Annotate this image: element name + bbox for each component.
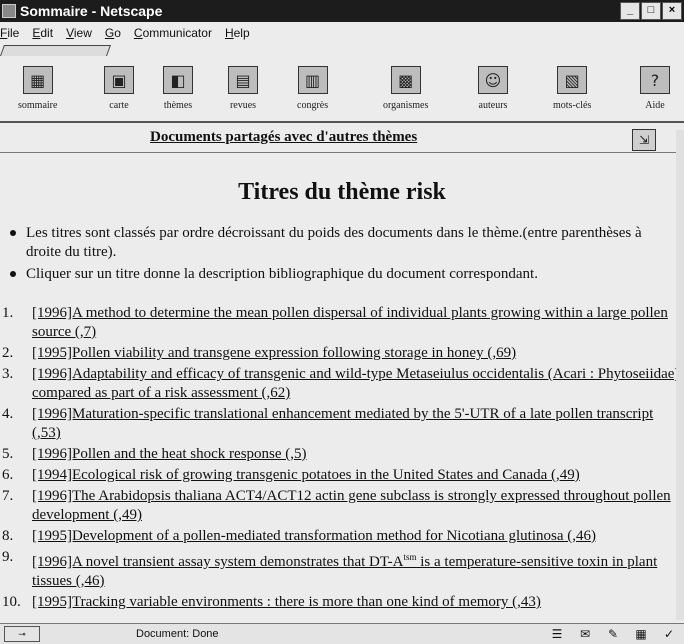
item-number: 5. xyxy=(2,446,14,462)
document-title-link[interactable]: [1995]Pollen viability and transgene exp… xyxy=(32,344,516,363)
nav-organismes-label: organismes xyxy=(383,100,429,111)
document-title-link[interactable]: [1996]A method to determine the mean pol… xyxy=(32,304,680,342)
document-title-link[interactable]: [1995]Development of a pollen-mediated t… xyxy=(32,527,596,546)
title-bar: Sommaire - Netscape _ □ × xyxy=(0,0,684,22)
document-title-link[interactable]: [1995]Tracking variable environments : t… xyxy=(32,593,541,612)
list-item: 3. [1996]Adaptability and efficacy of tra… xyxy=(2,365,680,403)
document-title-link[interactable]: [1996]Pollen and the heat shock response… xyxy=(32,445,307,464)
item-number: 7. xyxy=(2,488,14,504)
browser-window: Sommaire - Netscape _ □ × File Edit View… xyxy=(0,0,684,644)
shared-documents-bar: Documents partagés avec d'autres thèmes … xyxy=(0,123,684,153)
list-item: 7. [1996]The Arabidopsis thaliana ACT4/AC… xyxy=(2,487,680,525)
nav-aide[interactable]: ? Aide xyxy=(640,66,670,111)
title-part: [1996]A novel transient assay system dem… xyxy=(32,554,404,570)
list-item: 10. [1995]Tracking variable environments … xyxy=(2,593,680,612)
item-number: 2. xyxy=(2,345,14,361)
menu-edit[interactable]: Edit xyxy=(32,26,53,40)
nav-aide-label: Aide xyxy=(645,100,665,111)
congress-icon: ▥ xyxy=(297,66,328,94)
document-title-link[interactable]: [1996]Adaptability and efficacy of trans… xyxy=(32,365,680,403)
list-item: 8. [1995]Development of a pollen-mediated… xyxy=(2,527,680,546)
discussions-icon[interactable]: ✎ xyxy=(604,627,622,641)
nav-congres-label: congrès xyxy=(297,100,329,111)
nav-carte-label: carte xyxy=(109,100,129,111)
menu-go[interactable]: Go xyxy=(105,26,121,40)
menu-view[interactable]: View xyxy=(66,26,92,40)
vertical-scrollbar[interactable] xyxy=(676,130,684,620)
map-icon: ▣ xyxy=(104,66,134,94)
nav-revues[interactable]: ▤ revues xyxy=(228,66,258,111)
page-title: Titres du thème risk xyxy=(238,179,446,205)
authors-icon: ☺ xyxy=(478,66,508,94)
titles-list: 1. [1996]A method to determine the mean p… xyxy=(2,304,680,614)
composer-icon[interactable]: ✓ xyxy=(660,627,678,641)
help-icon: ? xyxy=(640,66,670,94)
list-item: 4. [1996]Maturation-specific translationa… xyxy=(2,405,680,443)
list-item: 5. [1996]Pollen and the heat shock respon… xyxy=(2,445,680,464)
instructions-list: Les titres sont classés par ordre décroi… xyxy=(6,224,674,287)
netscape-app-icon xyxy=(2,4,16,18)
menu-communicator[interactable]: Communicator xyxy=(134,26,212,40)
toolbar-tabs xyxy=(0,44,684,60)
close-button[interactable]: × xyxy=(662,2,682,20)
organizations-icon: ▩ xyxy=(390,66,421,94)
item-number: 6. xyxy=(2,467,14,483)
document-title-link[interactable]: [1994]Ecological risk of growing transge… xyxy=(32,466,580,485)
nav-themes[interactable]: ◧ thèmes xyxy=(163,66,193,111)
shared-documents-link[interactable]: Documents partagés avec d'autres thèmes xyxy=(150,129,417,146)
item-number: 4. xyxy=(2,406,14,422)
page-content: Titres du thème risk Les titres sont cla… xyxy=(0,153,684,621)
mail-icon[interactable]: ✉ xyxy=(576,627,594,641)
document-title-link[interactable]: [1996]A novel transient assay system dem… xyxy=(32,548,680,591)
navigator-icon[interactable]: ☰ xyxy=(548,627,566,641)
address-book-icon[interactable]: ▦ xyxy=(632,627,650,641)
status-bar: ⊸ Document: Done ☰ ✉ ✎ ▦ ✓ xyxy=(0,623,684,644)
list-item: 2. [1995]Pollen viability and transgene e… xyxy=(2,344,680,363)
keywords-icon: ▧ xyxy=(557,66,588,94)
nav-congres[interactable]: ▥ congrès xyxy=(297,66,328,111)
nav-themes-label: thèmes xyxy=(163,100,193,111)
nav-carte[interactable]: ▣ carte xyxy=(104,66,134,111)
instruction-item: Cliquer sur un titre donne la descriptio… xyxy=(6,265,674,284)
window-title: Sommaire - Netscape xyxy=(20,3,163,19)
shared-documents-icon-button[interactable]: ⇲ xyxy=(632,129,656,151)
maximize-button[interactable]: □ xyxy=(641,2,661,20)
item-number: 3. xyxy=(2,366,14,382)
list-item: 6. [1994]Ecological risk of growing trans… xyxy=(2,466,680,485)
nav-revues-label: revues xyxy=(229,100,257,111)
nav-auteurs[interactable]: ☺ auteurs xyxy=(478,66,508,111)
title-superscript: tsm xyxy=(403,552,417,562)
nav-sommaire[interactable]: ▦ sommaire xyxy=(18,66,57,111)
status-text: Document: Done xyxy=(136,628,219,640)
component-bar: ☰ ✉ ✎ ▦ ✓ xyxy=(538,627,678,641)
site-navigation-toolbar: ▦ sommaire ▣ carte ◧ thèmes ▤ revues ▥ c… xyxy=(0,60,684,122)
minimize-button[interactable]: _ xyxy=(620,2,640,20)
security-lock-icon[interactable]: ⊸ xyxy=(4,626,40,642)
menu-bar: File Edit View Go Communicator Help xyxy=(0,23,684,43)
nav-organismes[interactable]: ▩ organismes xyxy=(383,66,428,111)
themes-icon: ◧ xyxy=(163,66,193,94)
list-item: 9. [1996]A novel transient assay system d… xyxy=(2,548,680,591)
item-number: 10. xyxy=(2,594,21,610)
nav-mots-cles-label: mots-clés xyxy=(553,100,592,111)
item-number: 9. xyxy=(2,549,14,565)
instruction-item: Les titres sont classés par ordre décroi… xyxy=(6,224,674,262)
journals-icon: ▤ xyxy=(228,66,258,94)
item-number: 1. xyxy=(2,305,14,321)
toolbar-grip[interactable] xyxy=(0,45,112,56)
menu-help[interactable]: Help xyxy=(225,26,250,40)
nav-mots-cles[interactable]: ▧ mots-clés xyxy=(553,66,591,111)
list-item: 1. [1996]A method to determine the mean p… xyxy=(2,304,680,342)
item-number: 8. xyxy=(2,528,14,544)
nav-auteurs-label: auteurs xyxy=(478,100,508,111)
menu-file[interactable]: File xyxy=(0,26,19,40)
document-title-link[interactable]: [1996]The Arabidopsis thaliana ACT4/ACT1… xyxy=(32,487,680,525)
nav-sommaire-label: sommaire xyxy=(18,100,58,111)
sommaire-icon: ▦ xyxy=(22,66,53,94)
document-title-link[interactable]: [1996]Maturation-specific translational … xyxy=(32,405,680,443)
